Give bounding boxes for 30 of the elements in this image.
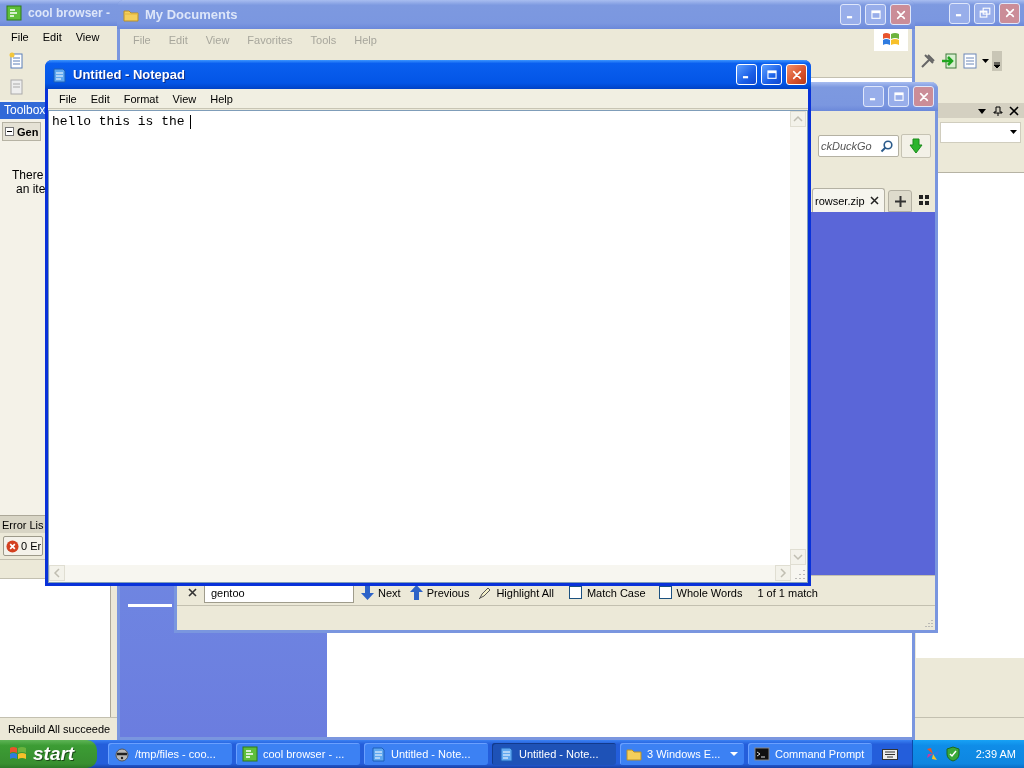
taskbar-button[interactable]: 3 Windows E... [620, 743, 744, 765]
taskbar-button[interactable]: /tmp/files - coo... [108, 743, 232, 765]
errors-filter-button[interactable]: 0 Er [3, 536, 44, 556]
empty-message: There [12, 168, 45, 182]
menu-item[interactable]: View [68, 29, 107, 45]
taskbar-button[interactable]: Untitled - Note... [492, 743, 616, 765]
menu-item[interactable]: File [4, 29, 36, 45]
checkbox-label[interactable]: Whole Words [676, 586, 743, 599]
match-count: 1 of 1 match [757, 586, 818, 599]
taskbar-button[interactable]: Command Prompt [748, 743, 872, 765]
start-button[interactable]: start [0, 740, 97, 768]
search-field[interactable]: ckDuckGo [818, 135, 899, 157]
menu-item[interactable]: Format [116, 91, 166, 106]
window-title: cool browser - [28, 6, 110, 20]
previous-button[interactable]: Previous [407, 585, 472, 600]
section-label: Gen [17, 125, 39, 138]
menu-item[interactable]: View [165, 91, 204, 106]
empty-message: an ite [15, 182, 47, 196]
taskbar-button[interactable]: Untitled - Note... [364, 743, 488, 765]
toolbox-section[interactable]: Gen [2, 122, 42, 141]
panel-title: Error Lis [1, 518, 44, 531]
next-button[interactable]: Next [359, 585, 403, 600]
window-title: My Documents [145, 7, 238, 22]
menu-item[interactable]: Help [203, 91, 240, 106]
clock: 2:39 AM [975, 748, 1016, 760]
menu-item[interactable]: Edit [35, 29, 69, 45]
taskbar-button[interactable]: cool browser - ... [236, 743, 360, 765]
window-title: Untitled - Notepad [73, 67, 185, 82]
checkbox-label[interactable]: Match Case [586, 586, 646, 599]
browser-tab[interactable]: rowser.zip [812, 188, 885, 212]
